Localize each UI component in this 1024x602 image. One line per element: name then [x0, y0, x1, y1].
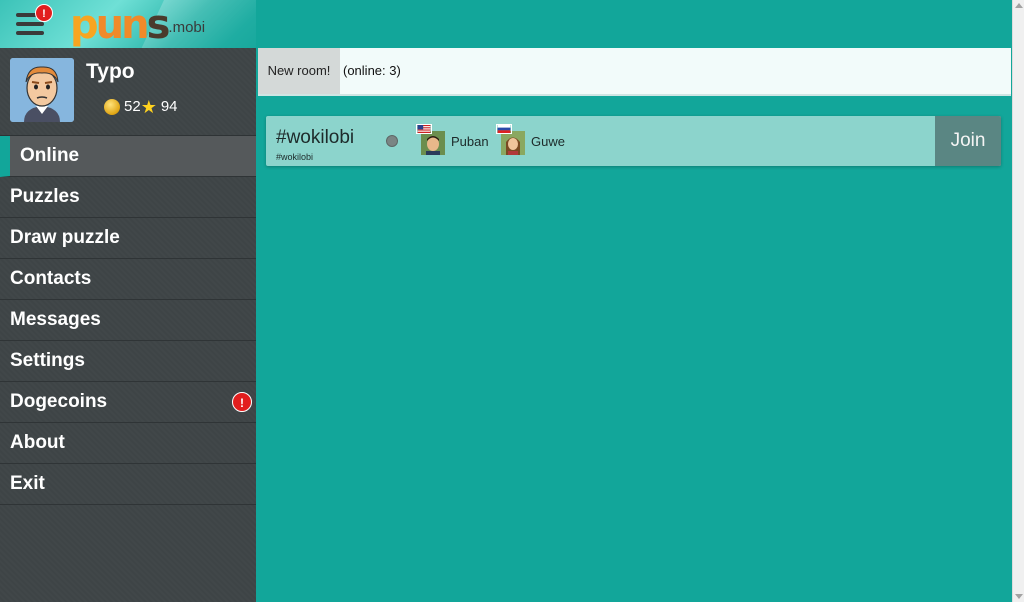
sidebar-item-puzzles[interactable]: Puzzles	[0, 177, 256, 218]
sidebar-item-online[interactable]: Online	[0, 136, 256, 177]
logo-text: puns	[70, 2, 170, 48]
scroll-up-arrow-icon[interactable]	[1015, 3, 1023, 8]
ru-flag-icon	[496, 124, 512, 134]
coin-count: 52	[124, 98, 141, 115]
room-card[interactable]: #wokilobi #wokilobi Puban Guwe Join	[266, 116, 1001, 166]
coin-icon	[104, 98, 120, 115]
brand-header: ! puns .mobi	[0, 0, 256, 48]
scroll-down-arrow-icon[interactable]	[1015, 594, 1023, 599]
join-button[interactable]: Join	[935, 116, 1001, 166]
profile-panel: Typo 52 ★ 94	[0, 48, 256, 136]
new-room-button[interactable]: New room!	[258, 48, 340, 94]
star-count: 94	[160, 98, 178, 115]
sidebar-item-messages[interactable]: Messages	[0, 300, 256, 341]
player-avatar	[416, 124, 445, 155]
sidebar-item-settings[interactable]: Settings	[0, 341, 256, 382]
logo[interactable]: puns .mobi	[70, 2, 205, 46]
room-status-dot	[386, 135, 398, 147]
sidebar-item-about[interactable]: About	[0, 423, 256, 464]
user-stats: 52 ★ 94	[104, 96, 178, 117]
room-subtitle: #wokilobi	[276, 152, 314, 162]
player-item[interactable]: Puban	[416, 124, 489, 156]
sidebar: Typo 52 ★ 94 Online Puzzles Draw puzzle …	[0, 48, 256, 602]
sidebar-item-contacts[interactable]: Contacts	[0, 259, 256, 300]
logo-tld: .mobi	[168, 19, 206, 36]
player-name: Puban	[451, 133, 489, 149]
player-item[interactable]: Guwe	[496, 124, 565, 156]
username: Typo	[86, 60, 135, 83]
star-icon: ★	[140, 96, 157, 117]
new-room-bar: New room! (online: 3)	[258, 48, 1011, 96]
player-name: Guwe	[531, 133, 565, 149]
us-flag-icon	[416, 124, 432, 134]
sidebar-item-exit[interactable]: Exit	[0, 464, 256, 505]
dogecoins-badge: !	[232, 392, 252, 412]
player-avatar	[496, 124, 525, 155]
page-scrollbar[interactable]	[1012, 0, 1024, 602]
room-name: #wokilobi	[276, 127, 355, 148]
avatar[interactable]	[10, 58, 74, 122]
sidebar-item-draw-puzzle[interactable]: Draw puzzle	[0, 218, 256, 259]
top-bar: ! puns .mobi	[0, 0, 1012, 48]
sidebar-menu: Online Puzzles Draw puzzle Contacts Mess…	[0, 136, 256, 505]
notification-badge: !	[35, 4, 53, 22]
sidebar-item-dogecoins[interactable]: Dogecoins!	[0, 382, 256, 423]
online-count: (online: 3)	[343, 63, 401, 78]
